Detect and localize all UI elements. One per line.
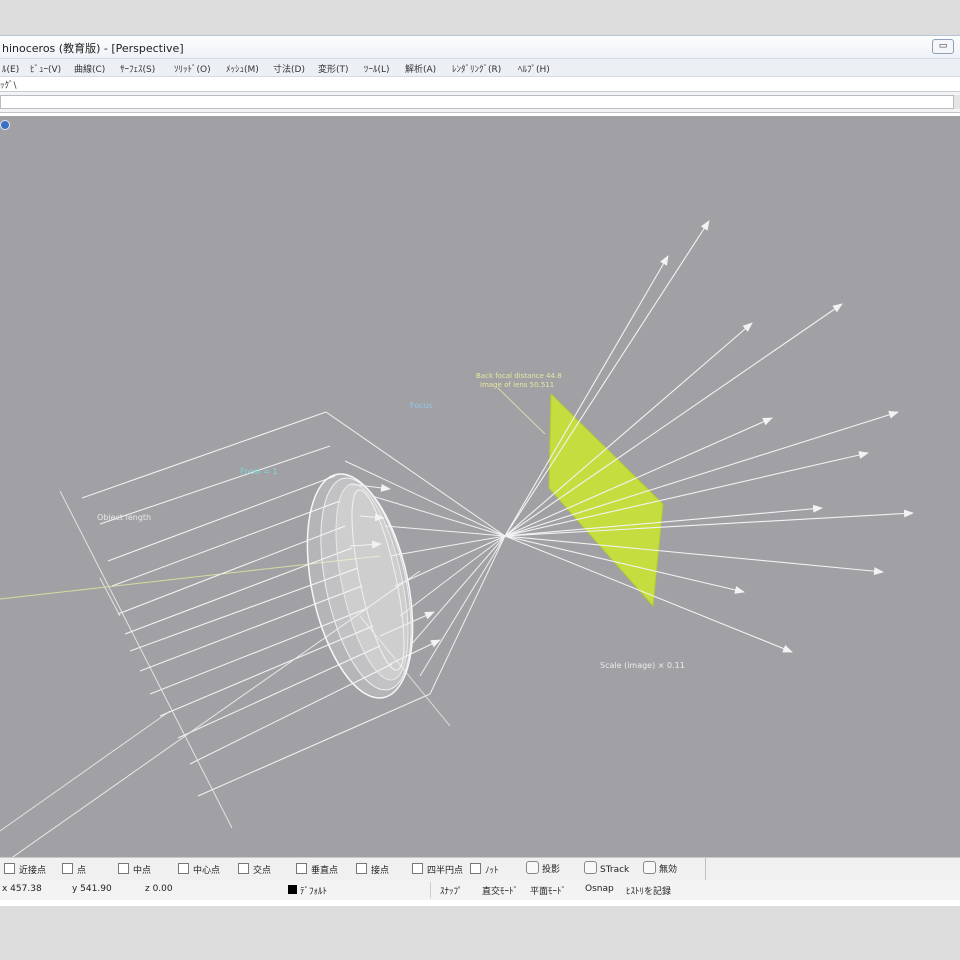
menu-solid[interactable]: ｿﾘｯﾄﾞ(O) [174, 62, 211, 75]
osnap-toggle[interactable]: Osnap [585, 884, 614, 894]
focus-tag-label: Focus [410, 401, 433, 410]
menu-edit[interactable]: ﾙ(E) [2, 62, 19, 75]
command-history-text: ｯｸﾞ\ [0, 81, 17, 91]
window-title: hinoceros (教育版) - [Perspective] [2, 42, 184, 55]
osnap-bar: 近接点 点 中点 中心点 交点 垂直点 接点 四半円点 ﾉｯﾄ 投影 STrac… [0, 857, 960, 881]
lens [306, 473, 414, 699]
osnap-quad[interactable]: 四半円点 [412, 863, 463, 876]
planar-toggle[interactable]: 平面ﾓｰﾄﾞ [530, 884, 566, 897]
toggle-project[interactable]: 投影 [526, 861, 560, 875]
checkbox-icon [178, 863, 189, 874]
lens-tag-label: Focal = 1 [240, 467, 278, 476]
menu-help[interactable]: ﾍﾙﾌﾟ(H) [518, 62, 550, 75]
ortho-toggle[interactable]: 直交ﾓｰﾄﾞ [482, 884, 518, 897]
perspective-viewport[interactable]: Object length Back focal distance 44.8 I… [0, 116, 960, 857]
title-bar: hinoceros (教育版) - [Perspective] ▭ [0, 36, 960, 59]
label-leader [497, 387, 546, 435]
application-window: hinoceros (教育版) - [Perspective] ▭ ﾙ(E) ﾋ… [0, 35, 960, 906]
menu-analyze[interactable]: 解析(A) [405, 62, 436, 75]
command-input[interactable] [0, 95, 954, 109]
status-separator [430, 882, 431, 898]
osnap-separator [705, 858, 706, 880]
restore-window-button[interactable]: ▭ [932, 39, 954, 54]
command-scrollbar[interactable] [953, 95, 960, 109]
menu-transform[interactable]: 変形(T) [318, 62, 349, 75]
checkbox-icon [62, 863, 73, 874]
checkbox-icon [356, 863, 367, 874]
menu-tools[interactable]: ﾂｰﾙ(L) [364, 62, 390, 75]
command-line [0, 92, 960, 113]
image-plane [548, 392, 664, 608]
focal-distance-label: Back focal distance 44.8 [476, 372, 562, 380]
checkbox-icon [296, 863, 307, 874]
object-length-label: Object length [97, 513, 152, 522]
osnap-knot[interactable]: ﾉｯﾄ [470, 863, 499, 876]
osnap-tangent[interactable]: 接点 [356, 863, 389, 876]
menu-curve[interactable]: 曲線(C) [74, 62, 105, 75]
layer-name[interactable]: ﾃﾞﾌｫﾙﾄ [300, 884, 327, 897]
toggle-icon [643, 861, 656, 874]
menu-view[interactable]: ﾋﾞｭｰ(V) [30, 62, 61, 75]
record-history-toggle[interactable]: ﾋｽﾄﾘを記録 [626, 884, 671, 897]
toggle-icon [584, 861, 597, 874]
status-bar: x 457.38 y 541.90 z 0.00 ﾃﾞﾌｫﾙﾄ ｽﾅｯﾌﾟ 直交… [0, 880, 960, 900]
checkbox-icon [4, 863, 15, 874]
menu-mesh[interactable]: ﾒｯｼｭ(M) [226, 62, 259, 75]
checkbox-icon [470, 863, 481, 874]
coord-y: y 541.90 [72, 884, 112, 894]
osnap-point[interactable]: 点 [62, 863, 86, 876]
snap-toggle[interactable]: ｽﾅｯﾌﾟ [440, 884, 463, 897]
checkbox-icon [118, 863, 129, 874]
osnap-perpendicular[interactable]: 垂直点 [296, 863, 338, 876]
osnap-end[interactable]: 近接点 [4, 863, 46, 876]
menu-dimension[interactable]: 寸法(D) [273, 62, 305, 75]
osnap-intersection[interactable]: 交点 [238, 863, 271, 876]
toggle-icon [526, 861, 539, 874]
menu-render[interactable]: ﾚﾝﾀﾞﾘﾝｸﾞ(R) [452, 62, 501, 75]
toggle-disable[interactable]: 無効 [643, 861, 677, 875]
image-lens-label: Image of lens 50.511 [480, 381, 555, 389]
osnap-mid[interactable]: 中点 [118, 863, 151, 876]
viewport-menu-icon[interactable] [0, 120, 10, 130]
scale-label: Scale (image) × 0.11 [600, 661, 685, 670]
coord-z: z 0.00 [145, 884, 173, 894]
scene-drawing [0, 220, 914, 857]
menu-surface[interactable]: ｻｰﾌｪｽ(S) [120, 62, 155, 75]
layer-color-swatch [288, 885, 297, 894]
toggle-strack[interactable]: STrack [584, 861, 629, 875]
checkbox-icon [238, 863, 249, 874]
object-plane [0, 490, 233, 832]
coord-x: x 457.38 [2, 884, 42, 894]
command-history: ｯｸﾞ\ [0, 77, 960, 92]
menu-bar: ﾙ(E) ﾋﾞｭｰ(V) 曲線(C) ｻｰﾌｪｽ(S) ｿﾘｯﾄﾞ(O) ﾒｯｼ… [0, 59, 960, 77]
checkbox-icon [412, 863, 423, 874]
osnap-center[interactable]: 中心点 [178, 863, 220, 876]
